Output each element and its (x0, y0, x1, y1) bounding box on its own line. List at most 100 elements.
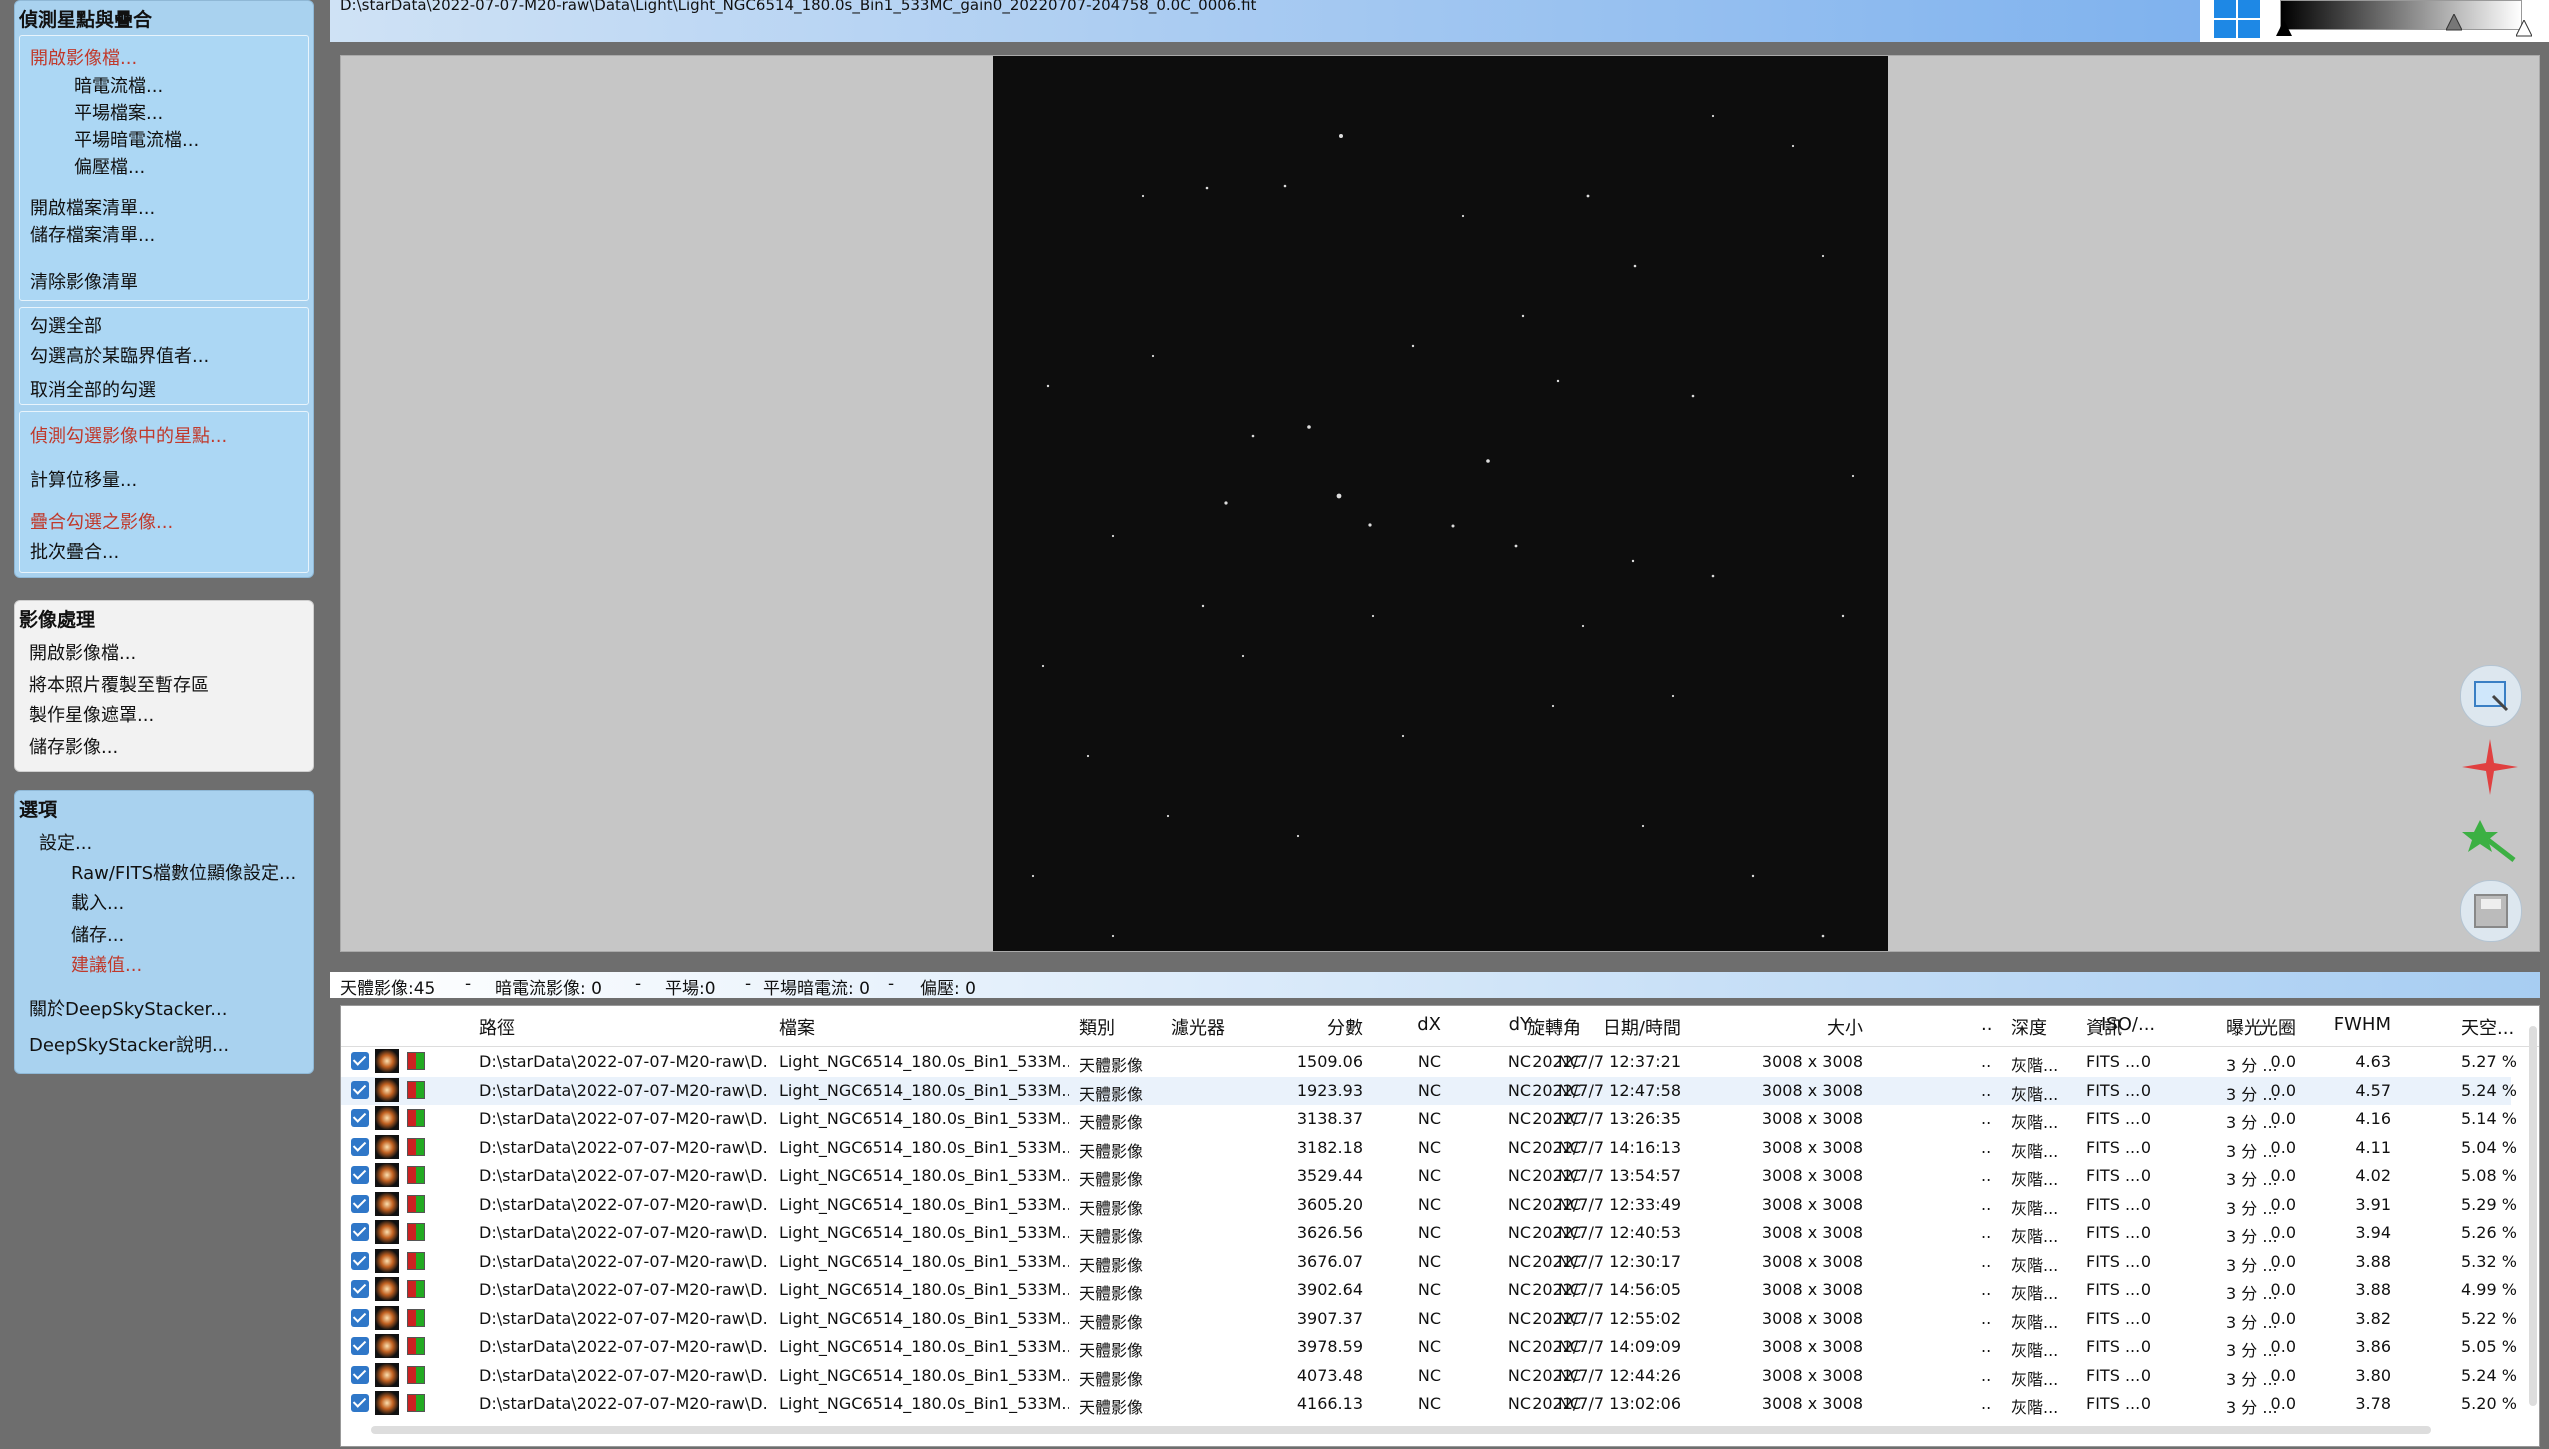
flat-count: 平場:0 (665, 979, 716, 999)
black-point-handle-icon[interactable] (2276, 20, 2292, 38)
column-header-type[interactable]: 類別 (1079, 1014, 1115, 1040)
column-header-size[interactable]: 大小 (1733, 1014, 1863, 1040)
levels-gradient-slider[interactable] (2280, 0, 2522, 30)
column-header-depth[interactable]: 深度 (2011, 1014, 2047, 1040)
row-checkbox[interactable] (351, 1137, 369, 1156)
settings[interactable]: 設定... (39, 829, 92, 855)
row-checkbox[interactable] (351, 1109, 369, 1127)
cell-score: 4073.48 (1296, 1365, 1363, 1385)
image-viewer[interactable] (340, 55, 2540, 952)
column-header-fwhm[interactable]: FWHM (2331, 1014, 2391, 1035)
save-file-list[interactable]: 儲存檔案清單... (30, 221, 155, 247)
save-tool-button[interactable] (2460, 880, 2522, 942)
save-image[interactable]: 儲存影像... (29, 733, 118, 759)
cell-datetime: 2022/7/7 12:47:58 (1532, 1080, 1681, 1100)
raw-fits-settings[interactable]: Raw/FITS檔數位顯像設定... (71, 859, 296, 885)
row-checkbox[interactable] (351, 1394, 369, 1412)
compute-offsets[interactable]: 計算位移量... (30, 466, 137, 492)
processing-open[interactable]: 開啟影像檔... (29, 639, 136, 665)
load-settings[interactable]: 載入... (71, 889, 124, 915)
table-row[interactable]: D:\starData\2022-07-07-M20-raw\D... Light… (341, 1219, 2517, 1247)
selection-tool-button[interactable] (2460, 665, 2522, 727)
horizontal-scrollbar[interactable] (371, 1426, 2431, 1434)
star-edit-button[interactable] (2460, 737, 2520, 797)
white-point-handle-icon[interactable] (2516, 20, 2532, 38)
check-all[interactable]: 勾選全部 (30, 312, 102, 338)
cell-aperture: 0.0 (2270, 1166, 2296, 1185)
table-row[interactable]: D:\starData\2022-07-07-M20-raw\D... Light… (341, 1162, 2517, 1190)
stack-checked[interactable]: 疊合勾選之影像... (30, 508, 173, 534)
table-row[interactable]: D:\starData\2022-07-07-M20-raw\D... Light… (341, 1305, 2517, 1333)
table-row[interactable]: D:\starData\2022-07-07-M20-raw\D... Light… (341, 1276, 2517, 1304)
table-row[interactable]: D:\starData\2022-07-07-M20-raw\D... Light… (341, 1048, 2517, 1076)
flat-frames[interactable]: 平場檔案... (74, 99, 163, 125)
cell-datetime: 2022/7/7 13:26:35 (1532, 1109, 1681, 1128)
row-checkbox[interactable] (351, 1251, 369, 1270)
dark-frames[interactable]: 暗電流檔... (74, 72, 163, 98)
column-header-aperture[interactable]: 光圈 (2246, 1014, 2296, 1040)
clear-list[interactable]: 清除影像清單 (30, 268, 138, 294)
row-checkbox[interactable] (351, 1280, 369, 1298)
column-header-iso[interactable]: ISO/... (2101, 1014, 2155, 1035)
cell-depth: 灰階... (2011, 1398, 2059, 1417)
panel-title-options: 選項 (19, 799, 58, 821)
table-row[interactable]: D:\starData\2022-07-07-M20-raw\D... Light… (341, 1134, 2517, 1162)
vertical-scrollbar[interactable] (2529, 1026, 2537, 1406)
cell-fwhm: 3.88 (2355, 1251, 2391, 1271)
table-row[interactable]: D:\starData\2022-07-07-M20-raw\D... Light… (341, 1362, 2517, 1390)
frames-table[interactable]: 路徑 檔案 類別 濾光器 分數 dX dY 旋轉角 日期/時間 大小.. 深度 資訊 ISO/... 曝光… (340, 1005, 2540, 1447)
row-checkbox[interactable] (351, 1080, 369, 1099)
row-checkbox[interactable] (351, 1194, 369, 1213)
column-header-filter[interactable]: 濾光器 (1171, 1014, 1225, 1040)
open-light-frames[interactable]: 開啟影像檔... (30, 44, 137, 70)
row-checkbox[interactable] (351, 1337, 369, 1355)
batch-stacking[interactable]: 批次疊合... (30, 538, 119, 564)
row-checkbox[interactable] (351, 1365, 369, 1384)
create-star-mask[interactable]: 製作星像遮罩... (29, 701, 154, 727)
cell-path: D:\starData\2022-07-07-M20-raw\D... (479, 1166, 769, 1185)
row-checkbox[interactable] (351, 1052, 369, 1070)
column-header-score[interactable]: 分數 (1233, 1014, 1363, 1040)
dark-flat-frames[interactable]: 平場暗電流檔... (74, 126, 199, 152)
column-header-datetime[interactable]: 日期/時間 (1501, 1014, 1681, 1040)
check-above-threshold[interactable]: 勾選高於某臨界值者... (30, 342, 209, 368)
cell-dx: NC (1417, 1166, 1441, 1185)
cell-aperture: 0.0 (2270, 1194, 2296, 1214)
table-row[interactable]: D:\starData\2022-07-07-M20-raw\D... Light… (341, 1105, 2517, 1133)
open-file-list[interactable]: 開啟檔案清單... (30, 194, 155, 220)
table-row[interactable]: D:\starData\2022-07-07-M20-raw\D... Light… (341, 1248, 2517, 1276)
table-row[interactable]: D:\starData\2022-07-07-M20-raw\D... Light… (341, 1390, 2517, 1418)
column-header-file[interactable]: 檔案 (779, 1014, 815, 1040)
cell-path: D:\starData\2022-07-07-M20-raw\D... (479, 1365, 769, 1385)
table-row[interactable]: D:\starData\2022-07-07-M20-raw\D... Light… (341, 1076, 2517, 1105)
cell-dx: NC (1417, 1308, 1441, 1328)
mid-point-handle-icon[interactable] (2446, 14, 2462, 32)
column-header-dots[interactable]: .. (1981, 1014, 1992, 1035)
register-checked[interactable]: 偵測勾選影像中的星點... (30, 422, 227, 448)
cell-size: 3008 x 3008 (1761, 1394, 1863, 1413)
recommended-settings[interactable]: 建議值... (71, 951, 142, 977)
file-path-bar: D:\starData\2022-07-07-M20-raw\Data\Ligh… (330, 0, 2200, 42)
cell-sky: 5.22 % (2461, 1308, 2517, 1328)
uncheck-all[interactable]: 取消全部的勾選 (30, 376, 156, 402)
save-settings[interactable]: 儲存... (71, 921, 124, 947)
column-header-path[interactable]: 路徑 (479, 1014, 515, 1040)
column-header-sky[interactable]: 天空... (2461, 1014, 2514, 1040)
dss-help[interactable]: DeepSkyStacker說明... (29, 1031, 229, 1057)
table-row[interactable]: D:\starData\2022-07-07-M20-raw\D... Light… (341, 1333, 2517, 1361)
row-checkbox[interactable] (351, 1166, 369, 1184)
table-row[interactable]: D:\starData\2022-07-07-M20-raw\D... Light… (341, 1191, 2517, 1219)
left-sidebar: 偵測星點與疊合 開啟影像檔... 暗電流檔... 平場檔案... 平場暗電流檔.… (0, 0, 322, 1449)
bias-frames[interactable]: 偏壓檔... (74, 153, 145, 179)
row-checkbox[interactable] (351, 1223, 369, 1241)
astro-image[interactable] (993, 56, 1888, 951)
cell-datetime: 2022/7/7 14:56:05 (1532, 1280, 1681, 1299)
cell-size: 3008 x 3008 (1761, 1251, 1863, 1271)
cell-score: 3529.44 (1296, 1166, 1363, 1185)
windows-icon[interactable] (2212, 0, 2262, 40)
column-header-dx[interactable]: dX (1361, 1014, 1441, 1035)
row-checkbox[interactable] (351, 1308, 369, 1327)
copy-to-clipboard[interactable]: 將本照片覆製至暫存區 (29, 671, 209, 697)
about-dss[interactable]: 關於DeepSkyStacker... (29, 995, 227, 1021)
comet-edit-button[interactable] (2460, 808, 2520, 868)
